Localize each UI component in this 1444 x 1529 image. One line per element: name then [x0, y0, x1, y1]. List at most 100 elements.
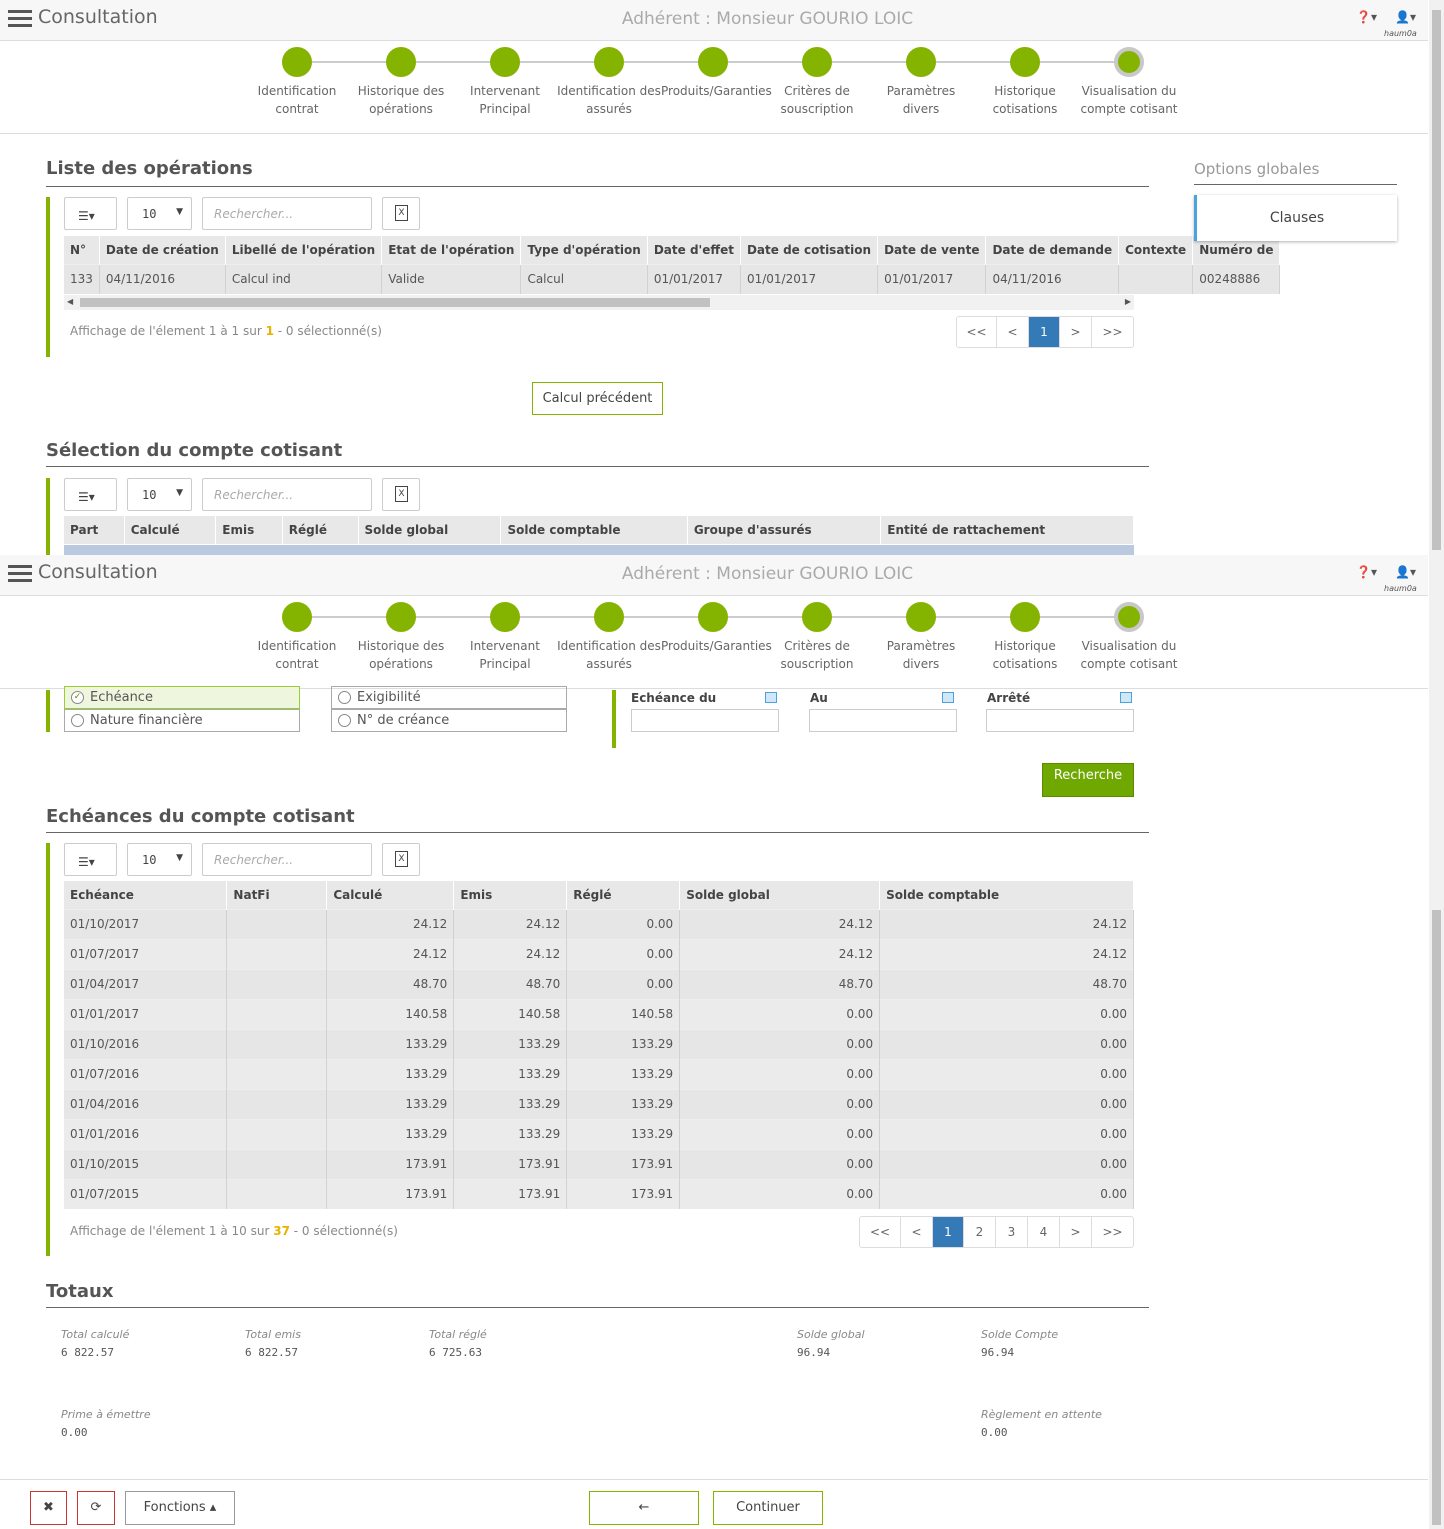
column-chooser-button[interactable]: ☰▾ [64, 843, 117, 876]
step-visualisation-compte[interactable]: Visualisation du compte cotisant [1077, 596, 1181, 673]
pager-page-1[interactable]: 1 [1029, 317, 1060, 347]
step-identification-assures[interactable]: Identification des assurés [557, 596, 661, 673]
search-input[interactable]: Rechercher... [202, 843, 372, 876]
step-parametres-divers[interactable]: Paramètres divers [869, 596, 973, 673]
footer: ✖ ⟳ Fonctions ▴ ← Continuer [0, 1479, 1428, 1529]
step-historique-operations[interactable]: Historique des opérations [349, 596, 453, 673]
pager-first[interactable]: << [957, 317, 997, 347]
pager-page-1[interactable]: 1 [933, 1217, 964, 1247]
menu-icon[interactable] [8, 10, 32, 28]
calendar-icon[interactable] [1120, 692, 1132, 703]
page-size-select[interactable]: 10 ▼ [127, 843, 192, 876]
column-header: Date d'effet [647, 236, 741, 264]
pager-next[interactable]: > [1060, 317, 1092, 347]
table-row[interactable]: 01/10/2017 24.12 24.12 0.00 24.12 24.12 [64, 908, 1134, 939]
table-cell: 01/01/2017 [877, 263, 987, 294]
column-chooser-button[interactable]: ☰▾ [64, 197, 117, 230]
table-row[interactable]: 133 04/11/2016 Calcul ind Valide Calcul 01/01… [64, 263, 1281, 294]
pager-page-4[interactable]: 4 [1028, 1217, 1060, 1247]
close-icon[interactable]: ✖ [30, 1491, 67, 1525]
pager-last[interactable]: >> [1092, 317, 1133, 347]
help-icon[interactable]: ❓▾ [1356, 10, 1377, 24]
divider [46, 466, 1149, 467]
scrollbar[interactable] [1429, 0, 1444, 555]
clauses-button[interactable]: Clauses [1194, 195, 1397, 241]
arrete-input[interactable] [986, 709, 1134, 732]
echeance-du-input[interactable] [631, 709, 779, 732]
table-row[interactable]: 01/01/2016 133.29 133.29 133.29 0.00 0.00 [64, 1118, 1134, 1149]
radio-exigibilite[interactable]: Exigibilité [331, 686, 567, 709]
total-calcule-label: Total calculé [61, 1328, 130, 1341]
pager-page-3[interactable]: 3 [996, 1217, 1028, 1247]
step-identification-contrat[interactable]: Identification contrat [245, 596, 349, 673]
step-visualisation-compte[interactable]: Visualisation du compte cotisant [1077, 41, 1181, 118]
recherche-button[interactable]: Recherche [1042, 763, 1134, 797]
step-historique-cotisations[interactable]: Historique cotisations [973, 596, 1077, 673]
excel-export-icon[interactable]: X [382, 478, 420, 511]
prime-value: 0.00 [61, 1426, 88, 1439]
pager-prev[interactable]: < [997, 317, 1029, 347]
pager-next[interactable]: > [1060, 1217, 1092, 1247]
solde-global-value: 96.94 [797, 1346, 831, 1359]
help-icon[interactable]: ❓▾ [1356, 565, 1377, 579]
operations-info: Affichage de l'élement 1 à 1 sur 1 - 0 s… [70, 324, 382, 338]
pager-page-2[interactable]: 2 [964, 1217, 996, 1247]
sticky-stepper: Identification contrat Historique des op… [0, 596, 1428, 689]
compte-table: Part Calculé Emis Réglé Solde global Solde co… [64, 516, 1134, 544]
table-row[interactable]: 01/07/2015 173.91 173.91 173.91 0.00 0.00 [64, 1178, 1134, 1209]
step-identification-contrat[interactable]: Identification contrat [245, 41, 349, 118]
page-size-select[interactable]: 10 ▼ [127, 197, 192, 230]
user-icon[interactable]: 👤▾ [1395, 10, 1416, 24]
column-chooser-button[interactable]: ☰▾ [64, 478, 117, 511]
au-input[interactable] [809, 709, 957, 732]
radio-numero-creance[interactable]: N° de créance [331, 709, 567, 732]
prime-label: Prime à émettre [61, 1408, 151, 1421]
table-row[interactable]: 01/10/2015 173.91 173.91 173.91 0.00 0.00 [64, 1148, 1134, 1179]
table-row[interactable]: 01/07/2017 24.12 24.12 0.00 24.12 24.12 [64, 938, 1134, 969]
excel-export-icon[interactable]: X [382, 197, 420, 230]
radio-echeance[interactable]: ✓ Echéance [64, 686, 300, 709]
back-arrow-icon[interactable]: ← [589, 1491, 699, 1525]
page-size-select[interactable]: 10 ▼ [127, 478, 192, 511]
excel-export-icon[interactable]: X [382, 843, 420, 876]
step-criteres-souscription[interactable]: Critères de souscription [765, 41, 869, 118]
table-cell: 173.91 [566, 1178, 681, 1209]
step-produits-garanties[interactable]: Produits/Garanties [661, 596, 772, 655]
pager-first[interactable]: << [860, 1217, 901, 1247]
user-icon[interactable]: 👤▾ [1395, 565, 1416, 579]
menu-icon[interactable] [8, 565, 32, 583]
search-input[interactable]: Rechercher... [202, 478, 372, 511]
table-row[interactable]: 01/10/2016 133.29 133.29 133.29 0.00 0.00 [64, 1028, 1134, 1059]
step-identification-assures[interactable]: Identification des assurés [557, 41, 661, 118]
step-historique-operations[interactable]: Historique des opérations [349, 41, 453, 118]
selected-row[interactable] [64, 545, 1134, 555]
continuer-button[interactable]: Continuer [713, 1491, 823, 1525]
step-intervenant-principal[interactable]: Intervenant Principal [453, 41, 557, 118]
calendar-icon[interactable] [765, 692, 777, 703]
refresh-icon[interactable]: ⟳ [77, 1491, 115, 1525]
table-cell: Calcul [520, 263, 648, 294]
step-historique-cotisations[interactable]: Historique cotisations [973, 41, 1077, 118]
step-criteres-souscription[interactable]: Critères de souscription [765, 596, 869, 673]
step-parametres-divers[interactable]: Paramètres divers [869, 41, 973, 118]
pager-prev[interactable]: < [901, 1217, 933, 1247]
fonctions-button[interactable]: Fonctions ▴ [125, 1491, 235, 1525]
column-header: NatFi [226, 881, 328, 909]
table-row[interactable]: 01/01/2017 140.58 140.58 140.58 0.00 0.00 [64, 998, 1134, 1029]
step-produits-garanties[interactable]: Produits/Garanties [661, 41, 772, 100]
calcul-precedent-button[interactable]: Calcul précédent [532, 382, 663, 415]
table-row[interactable]: 01/04/2016 133.29 133.29 133.29 0.00 0.00 [64, 1088, 1134, 1119]
horizontal-scrollbar[interactable]: ◀ ▶ [64, 295, 1134, 310]
table-row[interactable]: 01/04/2017 48.70 48.70 0.00 48.70 48.70 [64, 968, 1134, 999]
table-cell: 24.12 [326, 938, 455, 969]
radio-nature-financiere[interactable]: Nature financière [64, 709, 300, 732]
table-cell: 133.29 [453, 1058, 568, 1089]
search-input[interactable]: Rechercher... [202, 197, 372, 230]
table-row[interactable]: 01/07/2016 133.29 133.29 133.29 0.00 0.00 [64, 1058, 1134, 1089]
column-header: Contexte [1118, 236, 1194, 264]
calendar-icon[interactable] [942, 692, 954, 703]
pager-last[interactable]: >> [1092, 1217, 1133, 1247]
au-label: Au [810, 691, 828, 705]
scrollbar[interactable] [1429, 555, 1444, 1529]
step-intervenant-principal[interactable]: Intervenant Principal [453, 596, 557, 673]
